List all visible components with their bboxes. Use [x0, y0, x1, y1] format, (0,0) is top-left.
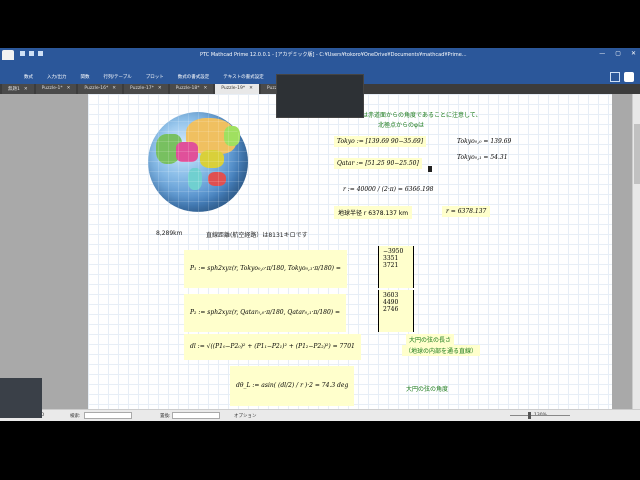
overlay-thumbnail [0, 378, 42, 418]
replace-input[interactable] [172, 412, 220, 419]
redo-icon[interactable] [38, 51, 43, 56]
doc-tab[interactable]: Puzzle-16* ✕ [78, 84, 123, 94]
close-tab-icon[interactable]: ✕ [249, 86, 253, 91]
chord-length-label[interactable]: 大円の弦の長さ [406, 334, 455, 345]
tab-plots[interactable]: プロット [146, 74, 164, 80]
tokyo-00-result[interactable]: Tokyo₀,₀ = 139.69 [454, 136, 514, 147]
help-icon[interactable] [624, 72, 634, 82]
academic-icon[interactable] [610, 72, 620, 82]
window-title: PTC Mathcad Prime 12.0.0.1 - [アカデミック版] -… [200, 52, 467, 58]
quick-access-toolbar [20, 51, 43, 56]
note-top: 度は赤道面からの角度であることに注意して、 [356, 112, 482, 119]
scrollbar-thumb[interactable] [634, 124, 640, 184]
chord-angle-label[interactable]: 大円の弦の角度 [406, 384, 448, 393]
close-button[interactable]: ✕ [631, 50, 636, 57]
r-value[interactable]: r = 6378.137 [442, 206, 491, 217]
tab-text-formatting[interactable]: テキストの書式設定 [223, 74, 263, 80]
title-bar: PTC Mathcad Prime 12.0.0.1 - [アカデミック版] -… [0, 48, 640, 62]
p1-definition[interactable]: P₁ := sph2xyz(r, Tokyo₀,₀·π/180, Tokyo₀,… [184, 250, 347, 288]
doc-tab[interactable]: Puzzle-18* ✕ [169, 84, 214, 94]
dtheta-definition[interactable]: dθ_L := asin( (dl/2) / r )·2 = 74.3 deg [230, 366, 355, 406]
p1-x: −3950 [383, 248, 404, 255]
window-controls: — ▢ ✕ [599, 50, 636, 57]
vertical-scrollbar[interactable] [632, 94, 640, 409]
overlay-panel [276, 74, 364, 118]
work-area: 度は赤道面からの角度であることに注意して、 北極点からのφは Tokyo := … [0, 94, 640, 409]
p1-y: 3351 [383, 255, 399, 262]
close-tab-icon[interactable]: ✕ [158, 86, 162, 91]
close-tab-icon[interactable]: ✕ [67, 86, 71, 91]
p2-definition[interactable]: P₂ := sph2xyz(r, Qatar₀,₀·π/180, Qatar₀,… [184, 294, 347, 332]
p2-x: 3603 [383, 292, 399, 299]
doc-tab[interactable]: Puzzle-17* ✕ [124, 84, 168, 94]
dl-definition[interactable]: dl := √((P1₀−P2₀)² + (P1₁−P2₁)² + (P1₂−P… [184, 334, 361, 360]
tab-math[interactable]: 数式 [24, 74, 33, 80]
doc-tab[interactable]: 無題1 ✕ [2, 84, 34, 94]
note-top-2: 北極点からのφは [378, 122, 424, 129]
mathcad-window: PTC Mathcad Prime 12.0.0.1 - [アカデミック版] -… [0, 48, 640, 421]
zoom-slider-knob[interactable] [528, 412, 531, 419]
close-tab-icon[interactable]: ✕ [204, 86, 208, 91]
maximize-button[interactable]: ▢ [615, 50, 621, 57]
zoom-slider[interactable] [510, 412, 570, 419]
tab-functions[interactable]: 関数 [81, 74, 90, 80]
p1-z: 3721 [383, 262, 399, 269]
distance-km: 8,289km [156, 230, 183, 237]
tokyo-definition[interactable]: Tokyo := [139.69 90−35.69] [334, 136, 427, 147]
p1-result-vector[interactable]: −3950 3351 3721 [378, 246, 414, 288]
r-definition[interactable]: r := 40000 / (2·π) = 6366.198 [340, 184, 436, 195]
worksheet[interactable]: 度は赤道面からの角度であることに注意して、 北極点からのφは Tokyo := … [88, 94, 612, 409]
globe-image [148, 112, 248, 212]
save-icon[interactable] [20, 51, 25, 56]
direct-distance-note: 直線距離(航空経路）は8131キロです [206, 232, 308, 239]
search-label: 検索: [70, 414, 81, 419]
p2-z: 2746 [383, 306, 399, 313]
status-bar: TO 検索: 置換: オプション 130% [0, 409, 640, 421]
tab-math-formatting[interactable]: 数式の書式設定 [178, 74, 210, 80]
doc-tab[interactable]: Puzzle-1* ✕ [35, 84, 77, 94]
undo-icon[interactable] [29, 51, 34, 56]
qatar-definition[interactable]: Qatar := [51.25 90−25.50] [334, 158, 422, 169]
text-cursor [428, 166, 432, 172]
earth-radius-note[interactable]: 地球半径 r 6378.137 km [334, 206, 413, 219]
tab-input-output[interactable]: 入力/出力 [47, 74, 67, 80]
p2-y: 4490 [383, 299, 399, 306]
tab-matrices-tables[interactable]: 行列/テーブル [104, 74, 132, 80]
minimize-button[interactable]: — [599, 50, 605, 57]
tokyo-01-result[interactable]: Tokyo₀,₁ = 54.31 [454, 152, 511, 163]
replace-label: 置換: [160, 414, 171, 419]
p2-result-vector[interactable]: 3603 4490 2746 [378, 290, 414, 332]
doc-tab-active[interactable]: Puzzle-19* ✕ [215, 84, 259, 94]
search-input[interactable] [84, 412, 132, 419]
close-tab-icon[interactable]: ✕ [112, 86, 116, 91]
close-tab-icon[interactable]: ✕ [24, 87, 28, 92]
options-label[interactable]: オプション [234, 413, 257, 419]
ribbon-tabs: 数式 入力/出力 関数 行列/テーブル プロット 数式の書式設定 テキストの書式… [24, 74, 282, 80]
chord-length-sublabel[interactable]: （地球の内部を通る直線） [402, 345, 481, 356]
